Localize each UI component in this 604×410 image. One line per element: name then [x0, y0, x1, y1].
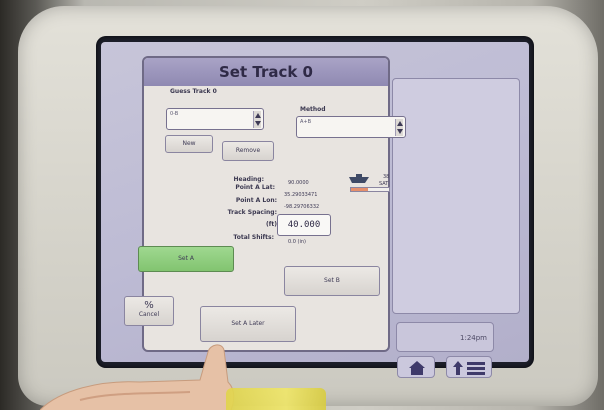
home-icon	[409, 361, 425, 375]
dialog-title: Set Track 0	[144, 58, 388, 86]
set-a-button[interactable]: Set A	[138, 246, 234, 272]
menu-button[interactable]	[446, 356, 492, 378]
method-value: A+B	[300, 119, 312, 125]
guess-track-dropdown[interactable]: 0-B	[166, 108, 264, 130]
guess-track-value: 0-B	[170, 111, 179, 117]
cancel-percent-icon: %	[144, 300, 154, 311]
heading-value: 90.0000	[288, 180, 309, 186]
set-a-button-label: Set A	[178, 255, 194, 262]
device-brand-strip	[226, 388, 326, 410]
set-b-button[interactable]: Set B	[284, 266, 380, 296]
new-button[interactable]: New	[165, 135, 213, 153]
remove-button-label: Remove	[235, 147, 261, 154]
side-panel	[392, 78, 520, 314]
track-spacing-value: 40.000	[287, 220, 321, 230]
set-b-button-label: Set B	[324, 277, 340, 284]
guess-track-label: Guess Track 0	[170, 88, 217, 95]
heading-label: Heading:	[233, 176, 264, 183]
clock-text: 1:24pm	[460, 334, 487, 342]
method-label: Method	[300, 106, 326, 113]
new-button-label: New	[182, 140, 196, 147]
total-shifts-value: 0.0 (in)	[288, 239, 307, 245]
track-spacing-unit: (ft)	[266, 221, 277, 228]
point-a-lon-value: -98.29706332	[284, 204, 320, 210]
point-a-lat-label: Point A Lat:	[235, 184, 275, 191]
cancel-button-label: Cancel	[138, 311, 160, 318]
method-dropdown[interactable]: A+B	[296, 116, 406, 138]
signal-gauge	[350, 187, 390, 192]
remove-button[interactable]: Remove	[222, 141, 274, 161]
track-spacing-input[interactable]: 40.000	[277, 214, 331, 236]
dropdown-arrows-icon	[253, 111, 261, 128]
total-shifts-label: Total Shifts:	[233, 234, 274, 241]
gauge-top-value: 38	[383, 174, 390, 180]
point-a-lon-label: Point A Lon:	[235, 197, 277, 204]
home-button[interactable]	[397, 356, 435, 378]
clock-display: 1:24pm	[396, 322, 494, 352]
point-a-lat-value: 35.29033471	[284, 192, 318, 198]
dropdown-arrows-icon	[395, 119, 403, 136]
up-arrow-menu-icon	[453, 361, 485, 375]
vehicle-icon	[349, 174, 369, 183]
track-spacing-label: Track Spacing:	[227, 209, 277, 216]
signal-gauge-fill	[351, 188, 369, 191]
